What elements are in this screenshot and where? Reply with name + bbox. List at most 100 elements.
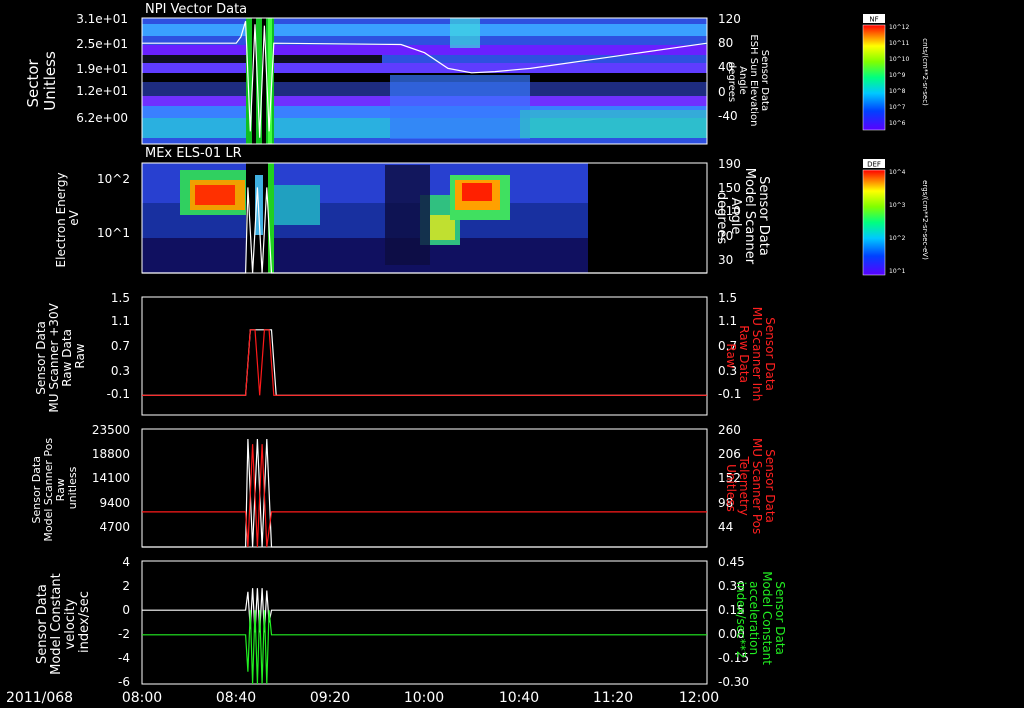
x-tick-label: 08:00 xyxy=(122,690,162,706)
colorbar-def: DEF 10^4 10^3 10^2 10^1 ergs/(cm**2-sr-s… xyxy=(862,159,929,276)
panel-4-rtick: 260 xyxy=(718,423,741,437)
panel-4-rlabel-line: Unitless xyxy=(724,464,738,512)
colorbar-def-tick: 10^4 xyxy=(889,169,906,176)
panel-2-ylabel-line: eV xyxy=(67,209,81,225)
panel-1-ylabel-line: Sector xyxy=(24,58,42,107)
panel-5-ylabel-line: Sensor Data xyxy=(35,584,50,664)
panel-5-ytick: -4 xyxy=(118,651,130,665)
panel-5-ylabel-line: index/sec xyxy=(77,591,92,653)
panel-3-yticks: 1.5 1.1 0.7 0.3 -0.1 xyxy=(107,291,130,401)
panel-5-yticks: 4 2 0 -2 -4 -6 xyxy=(118,555,130,689)
x-tick-label: 11:20 xyxy=(593,690,633,706)
x-tick-label: 10:40 xyxy=(499,690,539,706)
panel-5-rlabel-line: acceleration xyxy=(747,581,761,655)
panel-4-rlabel-line: MU Scanner Pos xyxy=(750,438,764,534)
panel-4-ytick: 18800 xyxy=(92,447,130,461)
panel-3-rtick: 1.5 xyxy=(718,291,737,305)
colorbar-nf-tick: 10^8 xyxy=(889,88,906,95)
panel-3-rlabel-line: Sensor Data xyxy=(763,317,777,391)
panel-3-ylabel-line: MU Scanner +30V xyxy=(47,302,61,412)
colorbar-def-tick: 10^2 xyxy=(889,235,906,242)
panel-5-rlabel-line: Sensor Data xyxy=(773,581,787,655)
panel-5-trace-green xyxy=(142,610,707,685)
panel-1-ylabel-line: Unitless xyxy=(41,51,59,111)
colorbar-nf-tick: 10^12 xyxy=(889,24,909,31)
panel-1-rtick: 0 xyxy=(718,85,726,99)
panel-2-ytick: 10^1 xyxy=(97,226,130,240)
panel-1-rlabel-line: Sensor Data xyxy=(759,50,770,111)
panel-3-ytick: 0.3 xyxy=(111,364,130,378)
panel-5-ylabel-line: velocity xyxy=(63,598,78,649)
panel-2-ytick: 10^2 xyxy=(97,172,130,186)
panel-3-frame xyxy=(141,296,708,416)
colorbar-nf-tick: 10^10 xyxy=(889,56,909,63)
panel-5-right-ylabel: Sensor Data Model Constant acceleration … xyxy=(734,571,787,669)
colorbar-def-label: DEF xyxy=(867,161,881,169)
colorbar-def-units: ergs/(cm**2-sr-sec-eV) xyxy=(921,180,929,260)
panel-5-ytick: -6 xyxy=(118,675,130,689)
panel-3-rlabel-line: MU Scanner Inh xyxy=(750,307,764,402)
panel-5-frame xyxy=(141,560,708,685)
panel-2-rlabel-line: Angle xyxy=(728,197,743,234)
panel-mex-els: MEx ELS-01 LR 10^2 10^1 xyxy=(97,146,588,273)
panel-1-rlabel-line: Angle xyxy=(737,66,748,94)
colorbar-nf-tick: 10^6 xyxy=(889,120,906,127)
panel-3-ytick: 1.1 xyxy=(111,314,130,328)
panel-3-ylabel-line: Raw xyxy=(73,343,87,368)
panel-3-rtick: -0.1 xyxy=(718,387,741,401)
colorbar-nf-label: NF xyxy=(869,16,878,24)
panel-4-rtick: 44 xyxy=(718,520,733,534)
panel-5-ytick: 0 xyxy=(122,603,130,617)
panel-1-rlabel-line: degrees xyxy=(726,62,737,102)
figure: NPI Vector Data 3.1e+01 2.5e+01 1.9e+01 … xyxy=(6,2,929,706)
panel-3-ytick: 1.5 xyxy=(111,291,130,305)
panel-3-trace-white xyxy=(142,329,707,396)
panel-4-rlabel-line: Sensor Data xyxy=(763,449,777,523)
panel-5-ytick: -2 xyxy=(118,627,130,641)
x-tick-label: 08:40 xyxy=(216,690,256,706)
panel-2-yticks: 10^2 10^1 xyxy=(97,172,130,240)
colorbar-def-tick: 10^3 xyxy=(889,202,906,209)
x-tick-label: 12:00 xyxy=(679,690,719,706)
panel-1-title: NPI Vector Data xyxy=(145,2,247,17)
x-tick-label: 09:20 xyxy=(310,690,350,706)
panel-4-ytick: 4700 xyxy=(99,520,130,534)
x-axis: 2011/068 08:00 08:40 09:20 10:00 10:40 1… xyxy=(6,690,719,706)
panel-1-ytick: 3.1e+01 xyxy=(76,12,128,26)
panel-1-rtick: -40 xyxy=(718,109,738,123)
colorbar-nf-tick: 10^11 xyxy=(889,40,909,47)
panel-npi-vector: NPI Vector Data 3.1e+01 2.5e+01 1.9e+01 … xyxy=(76,2,707,144)
panel-5-ytick: 4 xyxy=(122,555,130,569)
x-tick-label: 10:00 xyxy=(404,690,444,706)
panel-4-ytick: 9400 xyxy=(99,496,130,510)
panel-5-rlabel-line: Model Constant xyxy=(760,571,774,665)
panel-4-trace-white xyxy=(142,438,707,548)
panel-2-rlabel-line: Sensor Data xyxy=(756,176,771,256)
panel-1-rlabel-line: ESH Sun Elevation xyxy=(748,34,759,126)
panel-1-yticks: 3.1e+01 2.5e+01 1.9e+01 1.2e+01 6.2e+00 xyxy=(76,12,128,125)
panel-4-ylabel-line: unitless xyxy=(66,466,79,509)
panel-3-ylabel-line: Raw Data xyxy=(60,329,74,387)
panel-1-ytick: 6.2e+00 xyxy=(76,111,128,125)
panel-2-ylabel: Electron Energy eV xyxy=(54,169,81,268)
panel-3-rlabel-line: Raw Data xyxy=(737,325,751,383)
colorbar-def-tick: 10^1 xyxy=(889,268,906,275)
panel-5-ytick: 2 xyxy=(122,579,130,593)
panel-2-title: MEx ELS-01 LR xyxy=(145,146,242,161)
date-label: 2011/068 xyxy=(6,690,73,706)
panel-1-ytick: 1.9e+01 xyxy=(76,62,128,76)
panel-4-frame xyxy=(141,428,708,548)
panel-2-rtick: 30 xyxy=(718,253,733,267)
panel-5-ylabel: Sensor Data Model Constant velocity inde… xyxy=(35,569,92,675)
panel-1-ylabel: Sector Unitless xyxy=(24,51,59,111)
panel-1-ytick: 2.5e+01 xyxy=(76,37,128,51)
panel-3-trace-red xyxy=(142,329,707,396)
panel-2-rlabel-line: Model Scanner xyxy=(742,168,757,265)
colorbar-nf-tick: 10^9 xyxy=(889,72,906,79)
panel-4-rlabel-line: Telemetry xyxy=(737,455,751,515)
panel-3-ylabel: Sensor Data MU Scanner +30V Raw Data Raw xyxy=(34,299,87,412)
panel-3-ylabel-line: Sensor Data xyxy=(34,321,48,395)
panel-3-ytick: 0.7 xyxy=(111,339,130,353)
panel-4-ylabel: Sensor Data Model Scanner Pos Raw unitle… xyxy=(30,434,79,541)
panel-4-trace-red xyxy=(142,444,707,548)
